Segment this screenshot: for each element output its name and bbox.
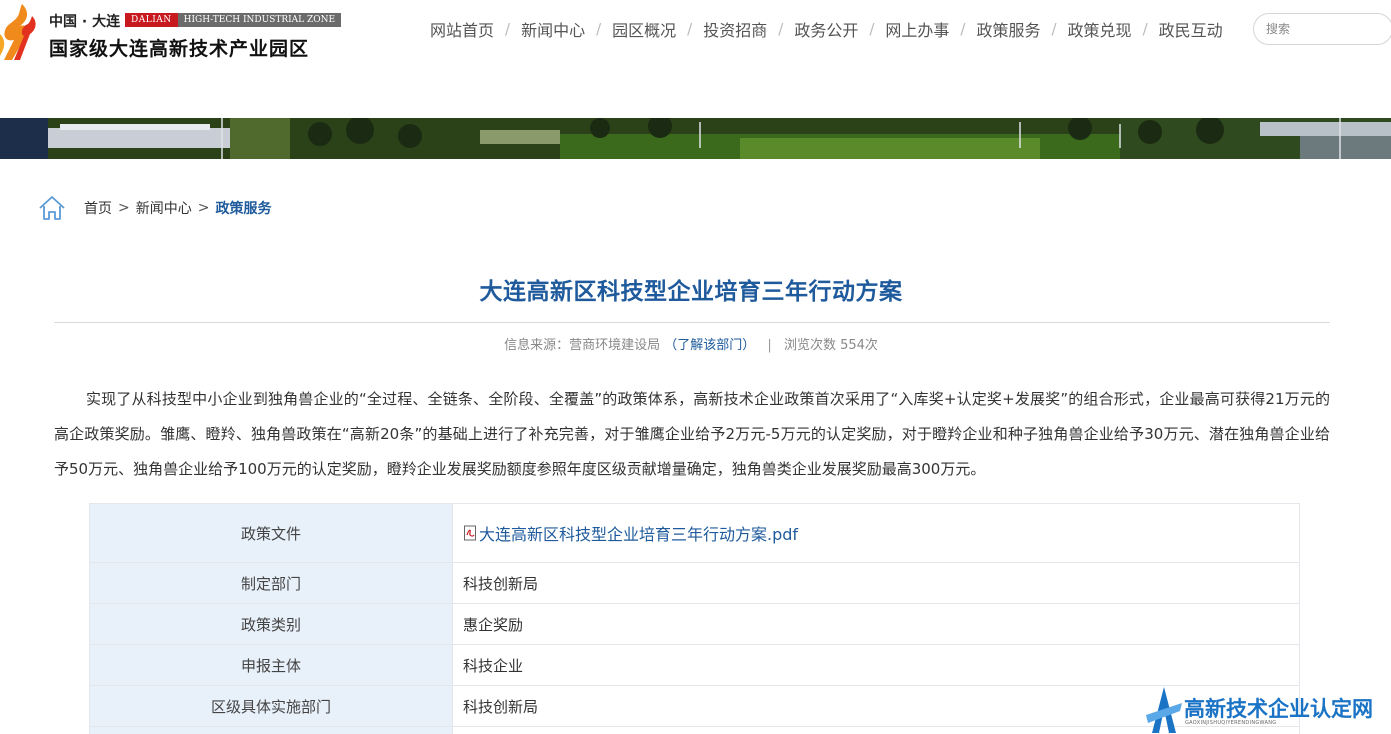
nav-separator: / [1142, 20, 1148, 38]
title-divider [54, 322, 1330, 323]
article-meta: 信息来源：营商环境建设局 （了解该部门） | 浏览次数 554次 [0, 334, 1382, 353]
banner-image [0, 118, 1391, 159]
pdf-filename: 大连高新区科技型企业培育三年行动方案.pdf [479, 525, 799, 544]
badge-dalian: DALIAN [125, 13, 178, 27]
nav-separator: / [1051, 20, 1057, 38]
views-label: 浏览次数 [783, 338, 836, 353]
nav-policy-fulfillment[interactable]: 政策兑现 [1068, 17, 1132, 41]
table-key: 政策文件 [89, 503, 453, 563]
table-row: 区级具体实施部门 科技创新局 [89, 685, 1300, 727]
watermark-text: 高新技术企业认定网 [1184, 697, 1373, 721]
source-value: 营商环境建设局 [569, 338, 661, 353]
nav-separator: / [687, 20, 693, 38]
nav-investment[interactable]: 投资招商 [703, 17, 767, 41]
nav-separator: / [596, 20, 602, 38]
table-key: 政策类别 [89, 603, 453, 645]
site-watermark: 高新技术企业认定网 GAOXINJISHUQIYERENDINGWANG [1146, 685, 1391, 734]
banner-scenery [0, 118, 1391, 159]
breadcrumb-separator: > [197, 200, 210, 216]
breadcrumb-home[interactable]: 首页 [84, 198, 112, 218]
home-icon[interactable] [38, 194, 66, 222]
table-value: 惠企奖励 [452, 603, 1300, 645]
nav-separator: / [778, 20, 784, 38]
breadcrumb-news[interactable]: 新闻中心 [136, 198, 192, 218]
policy-pdf-link[interactable]: 大连高新区科技型企业培育三年行动方案.pdf [463, 521, 798, 545]
table-key: 申报主体 [89, 644, 453, 686]
policy-info-table: 政策文件 大连高新区科技型企业培育三年行动方案.pdf 制定部门 科技创新局 政… [89, 503, 1300, 734]
logo-title[interactable]: 国家级大连高新技术产业园区 [49, 34, 309, 61]
main-nav: 网站首页 / 新闻中心 / 园区概况 / 投资招商 / 政务公开 / 网上办事 … [430, 18, 1223, 40]
nav-government-affairs[interactable]: 政务公开 [794, 17, 858, 41]
watermark-subtext: GAOXINJISHUQIYERENDINGWANG [1185, 720, 1277, 726]
article-body: 实现了从科技型中小企业到独角兽企业的“全过程、全链条、全阶段、全覆盖”的政策体系… [54, 390, 1330, 478]
article-title: 大连高新区科技型企业培育三年行动方案 [479, 279, 903, 305]
table-value: 大连高新区科技型企业培育三年行动方案.pdf [452, 503, 1300, 563]
nav-overview[interactable]: 园区概况 [612, 17, 676, 41]
zone-logo-icon[interactable] [0, 2, 44, 60]
table-key: 区级具体实施部门 [89, 685, 453, 727]
breadcrumb-separator: > [118, 200, 130, 216]
table-value: 科技企业 [452, 644, 1300, 686]
breadcrumb-current[interactable]: 政策服务 [215, 198, 271, 218]
logo-badge: DALIAN HIGH-TECH INDUSTRIAL ZONE [125, 13, 342, 27]
meta-divider: | [767, 338, 772, 353]
dept-info-link[interactable]: （了解该部门） [664, 338, 755, 353]
table-row: 政策类别 惠企奖励 [89, 603, 1300, 645]
breadcrumb: 首页 > 新闻中心 > 政策服务 [38, 194, 271, 222]
pdf-icon [464, 525, 476, 541]
table-row: 政策文件 大连高新区科技型企业培育三年行动方案.pdf [89, 503, 1300, 563]
table-row: 申报主体 科技企业 [89, 644, 1300, 686]
table-value: 科技创新局 [452, 562, 1300, 604]
site-header: 中国 · 大连 DALIAN HIGH-TECH INDUSTRIAL ZONE… [0, 0, 1391, 118]
source-label: 信息来源： [504, 338, 570, 353]
nav-home[interactable]: 网站首页 [430, 17, 494, 41]
badge-zone: HIGH-TECH INDUSTRIAL ZONE [177, 13, 342, 27]
nav-policy-services[interactable]: 政策服务 [976, 17, 1040, 41]
table-row: 制定部门 科技创新局 [89, 562, 1300, 604]
logo-subtitle: 中国 · 大连 [49, 14, 121, 30]
nav-separator: / [960, 20, 966, 38]
table-row [89, 726, 1300, 734]
table-key: 制定部门 [89, 562, 453, 604]
nav-news[interactable]: 新闻中心 [521, 17, 585, 41]
table-key [89, 726, 453, 734]
nav-interaction[interactable]: 政民互动 [1159, 17, 1223, 41]
watermark-logo-icon [1146, 687, 1182, 733]
nav-separator: / [869, 20, 875, 38]
views-count: 554次 [840, 338, 878, 353]
search-input[interactable] [1266, 14, 1386, 44]
nav-separator: / [505, 20, 511, 38]
nav-online-services[interactable]: 网上办事 [885, 17, 949, 41]
search-box [1253, 13, 1391, 45]
